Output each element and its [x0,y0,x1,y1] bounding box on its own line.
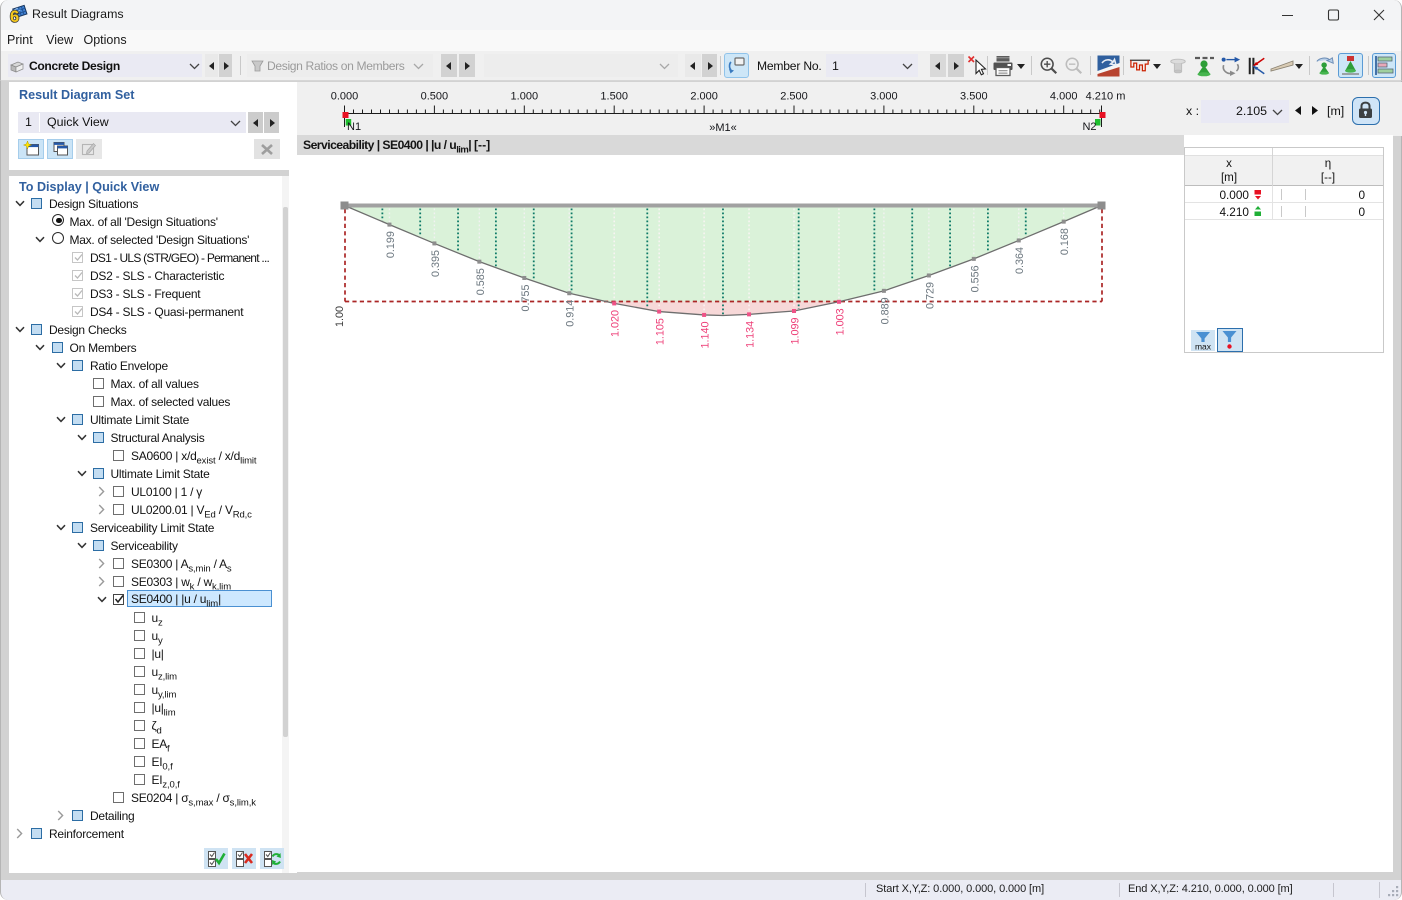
svg-text:1.003: 1.003 [834,308,846,335]
svg-text:6: 6 [10,8,19,24]
svg-text:N1: N1 [347,121,361,133]
svg-text:1.020: 1.020 [610,310,622,337]
svg-text:1.105: 1.105 [655,318,667,345]
svg-text:0.755: 0.755 [520,284,532,311]
svg-text:1.00: 1.00 [334,306,346,327]
svg-text:0.168: 0.168 [1059,228,1071,255]
svg-text:0.395: 0.395 [430,250,442,277]
svg-text:3.500: 3.500 [960,91,988,103]
svg-text:0.199: 0.199 [385,231,397,258]
svg-text:0.364: 0.364 [1014,247,1026,274]
svg-text:1.500: 1.500 [600,91,628,103]
svg-text:2.500: 2.500 [780,91,808,103]
svg-text:1.134: 1.134 [745,321,757,348]
svg-text:0.889: 0.889 [879,297,891,324]
svg-text:0.556: 0.556 [969,265,981,292]
svg-text:max: max [1195,342,1212,352]
svg-text:0.585: 0.585 [475,268,487,295]
svg-text:2.000: 2.000 [690,91,718,103]
svg-text:N2: N2 [1082,121,1096,133]
svg-text:1.140: 1.140 [700,321,712,348]
svg-text:4.210 m: 4.210 m [1086,91,1126,103]
svg-text:4.000: 4.000 [1050,91,1078,103]
svg-text:0.000: 0.000 [331,91,359,103]
svg-text:3.000: 3.000 [870,91,898,103]
svg-text:0.500: 0.500 [421,91,449,103]
svg-text:1.000: 1.000 [511,91,539,103]
svg-text:»M1«: »M1« [709,122,737,134]
svg-text:1.099: 1.099 [790,318,802,345]
svg-text:0.729: 0.729 [924,282,936,309]
svg-text:0.914: 0.914 [565,300,577,327]
